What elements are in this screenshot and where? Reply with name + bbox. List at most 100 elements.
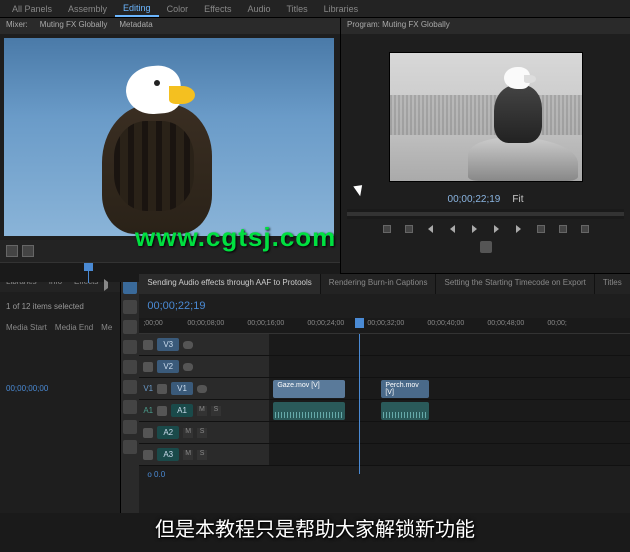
eye-icon[interactable] [197, 385, 207, 393]
tab-audio[interactable]: Audio [239, 2, 278, 16]
solo-button[interactable]: S [197, 450, 207, 460]
ripple-edit-tool-icon[interactable] [123, 320, 137, 334]
mute-button[interactable]: M [183, 428, 193, 438]
program-transport [341, 219, 630, 239]
lock-icon[interactable] [157, 406, 167, 416]
mute-button[interactable]: M [197, 406, 207, 416]
audio-clip[interactable] [273, 402, 345, 420]
track-select-tool-icon[interactable] [123, 300, 137, 314]
eagle-bw-image [488, 67, 552, 147]
col-me[interactable]: Me [101, 323, 112, 332]
go-to-in-icon[interactable] [424, 222, 438, 236]
tab-titles[interactable]: Titles [278, 2, 315, 16]
razor-tool-icon[interactable] [123, 340, 137, 354]
seq-tab-1[interactable]: Rendering Burn-in Captions [321, 274, 437, 294]
seq-tab-3[interactable]: Titles [595, 274, 630, 294]
track-lane[interactable] [269, 444, 630, 465]
col-media-start[interactable]: Media Start [6, 323, 47, 332]
mark-in-icon[interactable] [380, 222, 394, 236]
source-title-prefix: Mixer: [6, 20, 28, 32]
tab-assembly[interactable]: Assembly [60, 2, 115, 16]
clip-gaze[interactable]: Gaze.mov [V] [273, 380, 345, 398]
program-timecode[interactable]: 00;00;22;19 [448, 194, 501, 205]
zoom-tool-icon[interactable] [123, 420, 137, 434]
track-label-a2[interactable]: A2 [157, 426, 179, 439]
watermark-text: www.cgtsj.com [135, 222, 336, 253]
slip-tool-icon[interactable] [123, 360, 137, 374]
track-lane[interactable]: Gaze.mov [V] Perch.mov [V] [269, 378, 630, 399]
source-playhead[interactable] [88, 263, 89, 283]
export-frame-icon[interactable] [578, 222, 592, 236]
lock-icon[interactable] [143, 450, 153, 460]
source-title: Muting FX Globally [40, 20, 108, 32]
mark-out-icon[interactable] [402, 222, 416, 236]
eye-icon[interactable] [183, 341, 193, 349]
ruler-mark: 00;00; [547, 320, 566, 327]
zoom-level[interactable]: 0.0 [154, 470, 165, 479]
lock-icon[interactable] [143, 428, 153, 438]
track-lane[interactable] [269, 334, 630, 355]
source-tab-metadata[interactable]: Metadata [119, 20, 152, 32]
program-title: Muting FX Globally [382, 20, 450, 29]
track-a1: A1A1MS [139, 400, 630, 422]
program-fit-label[interactable]: Fit [512, 194, 523, 205]
program-monitor-panel: Program: Muting FX Globally 00;00;22;19 … [340, 18, 630, 273]
go-to-out-icon[interactable] [512, 222, 526, 236]
sequence-timecode[interactable]: 00;00;22;19 [139, 294, 630, 318]
clip-perch[interactable]: Perch.mov [V] [381, 380, 429, 398]
tab-all-panels[interactable]: All Panels [4, 2, 60, 16]
track-label-a3[interactable]: A3 [157, 448, 179, 461]
seq-tab-0[interactable]: Sending Audio effects through AAF to Pro… [139, 274, 320, 294]
ruler-mark: 00;00;24;00 [307, 320, 344, 327]
program-viewport[interactable] [389, 52, 583, 182]
step-back-icon[interactable] [446, 222, 460, 236]
solo-button[interactable]: S [211, 406, 221, 416]
project-panel: Libraries Info Effects 1 of 12 items sel… [0, 274, 121, 513]
type-tool-icon[interactable] [123, 440, 137, 454]
tab-libraries[interactable]: Libraries [316, 2, 367, 16]
audio-clip[interactable] [381, 402, 429, 420]
source-viewport[interactable] [4, 38, 334, 236]
tool-palette [121, 274, 139, 513]
eagle-image [94, 66, 234, 231]
ruler-mark: 00;00;48;00 [487, 320, 524, 327]
tab-effects[interactable]: Effects [196, 2, 239, 16]
solo-button[interactable]: S [197, 428, 207, 438]
track-label-v2[interactable]: V2 [157, 360, 179, 373]
mute-button[interactable]: M [183, 450, 193, 460]
lock-icon[interactable] [143, 340, 153, 350]
selection-count: 1 of 12 items selected [6, 298, 114, 315]
in-point-icon[interactable] [22, 245, 34, 257]
hand-tool-icon[interactable] [123, 400, 137, 414]
col-media-end[interactable]: Media End [55, 323, 93, 332]
lock-icon[interactable] [143, 362, 153, 372]
extract-icon[interactable] [556, 222, 570, 236]
track-lane[interactable] [269, 356, 630, 377]
track-lane[interactable] [269, 422, 630, 443]
track-a2: A2 MS [139, 422, 630, 444]
timeline-ruler[interactable]: ;00;00 00;00;08;00 00;00;16;00 00;00;24;… [139, 318, 630, 334]
ruler-mark: 00;00;40;00 [427, 320, 464, 327]
chevron-right-icon[interactable] [104, 279, 120, 291]
seq-tab-2[interactable]: Setting the Starting Timecode on Export [436, 274, 594, 294]
ruler-mark: 00;00;16;00 [247, 320, 284, 327]
track-label-v3[interactable]: V3 [157, 338, 179, 351]
play-icon[interactable] [468, 222, 482, 236]
settings-icon[interactable] [480, 241, 492, 253]
track-label-v1[interactable]: V1 [171, 382, 193, 395]
marker-icon[interactable] [6, 245, 18, 257]
tab-editing[interactable]: Editing [115, 1, 159, 17]
ruler-mark: ;00;00 [143, 320, 162, 327]
pen-tool-icon[interactable] [123, 380, 137, 394]
track-label-a1[interactable]: A1 [171, 404, 193, 417]
eye-icon[interactable] [183, 363, 193, 371]
tab-color[interactable]: Color [159, 2, 197, 16]
lock-icon[interactable] [157, 384, 167, 394]
selection-tool-icon[interactable] [123, 280, 137, 294]
step-fwd-icon[interactable] [490, 222, 504, 236]
timeline-playhead[interactable] [359, 334, 360, 474]
lift-icon[interactable] [534, 222, 548, 236]
track-lane[interactable] [269, 400, 630, 421]
track-v1: V1V1 Gaze.mov [V] Perch.mov [V] [139, 378, 630, 400]
program-scrubber[interactable] [347, 209, 624, 219]
